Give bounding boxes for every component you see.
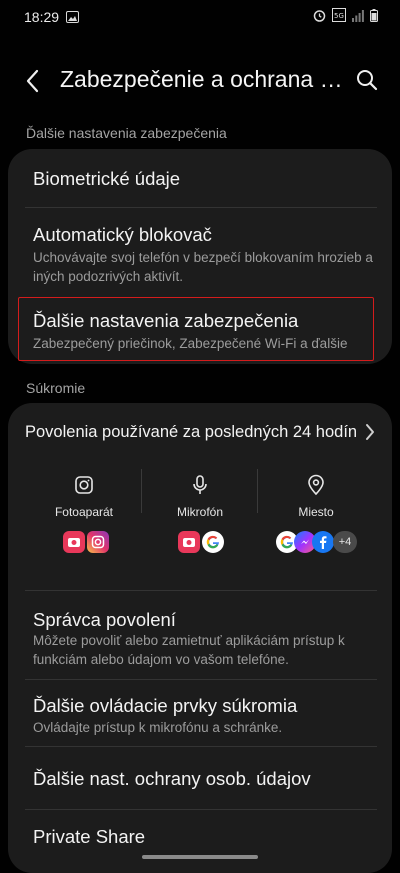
status-icons: 5G	[313, 8, 378, 27]
auto-blocker-item[interactable]: Automatický blokovač Uchovávajte svoj te…	[8, 208, 392, 296]
permissions-24h-title: Povolenia používané za posledných 24 hod…	[25, 423, 358, 441]
data-protection-item[interactable]: Ďalšie nast. ochrany osob. údajov	[8, 747, 392, 809]
more-security-subtitle: Zabezpečený priečinok, Zabezpečené Wi-Fi…	[33, 336, 348, 351]
facebook-app-icon	[312, 531, 334, 553]
camera-permission[interactable]: Fotoaparát	[29, 474, 139, 519]
private-share-item[interactable]: Private Share	[8, 810, 392, 855]
section-label-security: Ďalšie nastavenia zabezpečenia	[26, 125, 227, 141]
chevron-right-icon	[366, 424, 374, 440]
chevron-left-icon	[26, 69, 39, 93]
location-permission[interactable]: Miesto	[261, 474, 371, 519]
permissions-24h-header[interactable]: Povolenia používané za posledných 24 hod…	[8, 406, 392, 458]
more-security-item[interactable]: Ďalšie nastavenia zabezpečenia Zabezpeče…	[8, 297, 392, 361]
instagram-app-icon	[87, 531, 109, 553]
more-security-title: Ďalšie nastavenia zabezpečenia	[33, 310, 299, 331]
page-title: Zabezpečenie a ochrana osobných údajov	[60, 66, 350, 92]
samsung-camera-app-icon	[178, 531, 200, 553]
privacy-controls-subtitle: Ovládajte prístup k mikrofónu a schránke…	[33, 720, 283, 735]
permission-manager-subtitle: Môžete povoliť alebo zamietnuť aplikáciá…	[33, 633, 345, 667]
permission-manager-item[interactable]: Správca povolení Môžete povoliť alebo za…	[8, 591, 392, 679]
search-icon	[357, 70, 378, 91]
privacy-controls-item[interactable]: Ďalšie ovládacie prvky súkromia Ovládajt…	[8, 680, 392, 746]
alarm-icon	[313, 9, 326, 27]
search-button[interactable]	[355, 68, 379, 92]
private-share-title: Private Share	[33, 826, 146, 847]
column-divider	[141, 469, 142, 513]
location-apps: +4	[276, 531, 366, 553]
auto-blocker-title: Automatický blokovač	[33, 224, 212, 245]
column-divider	[257, 469, 258, 513]
location-label: Miesto	[298, 505, 334, 519]
location-icon	[308, 474, 324, 496]
microphone-label: Mikrofón	[176, 505, 223, 519]
signal-icon	[352, 9, 364, 27]
microphone-permission[interactable]: Mikrofón	[145, 474, 255, 519]
more-apps-count: +4	[333, 531, 357, 553]
gallery-notification-icon	[66, 10, 79, 28]
navigation-handle[interactable]	[142, 855, 258, 859]
camera-icon	[75, 476, 93, 494]
microphone-apps	[178, 531, 224, 553]
biometric-title: Biometrické údaje	[33, 168, 181, 189]
camera-label: Fotoaparát	[54, 505, 114, 519]
data-protection-title: Ďalšie nast. ochrany osob. údajov	[33, 768, 311, 789]
permission-manager-title: Správca povolení	[33, 609, 176, 630]
google-app-icon	[202, 531, 224, 553]
network-5g-icon: 5G	[332, 8, 346, 27]
section-label-privacy: Súkromie	[26, 380, 86, 396]
back-button[interactable]	[22, 68, 44, 94]
privacy-controls-title: Ďalšie ovládacie prvky súkromia	[33, 695, 298, 716]
camera-apps	[63, 531, 109, 553]
svg-text:5G: 5G	[334, 12, 344, 20]
microphone-icon	[193, 475, 207, 494]
samsung-camera-app-icon	[63, 531, 85, 553]
status-time: 18:29	[24, 9, 60, 25]
biometric-item[interactable]: Biometrické údaje	[8, 149, 392, 207]
auto-blocker-subtitle: Uchovávajte svoj telefón v bezpečí bloko…	[33, 250, 373, 284]
battery-icon	[370, 8, 378, 27]
